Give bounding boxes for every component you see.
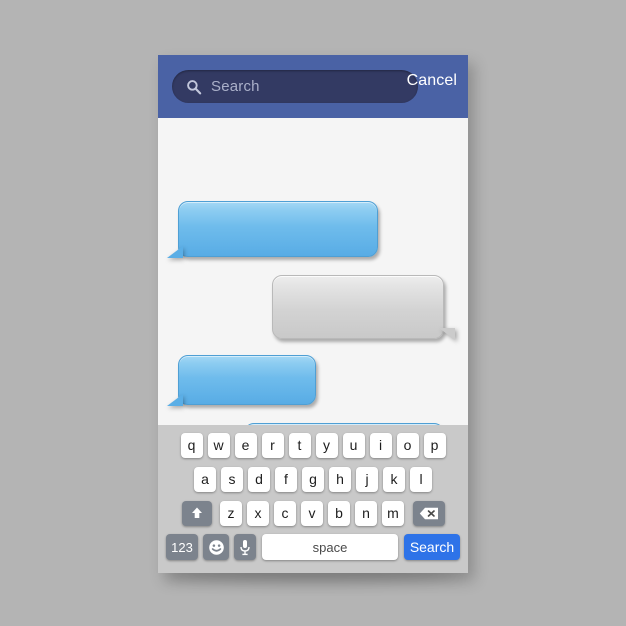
keyboard-row-1: qwertyuiop [158,430,468,460]
key-u[interactable]: u [342,432,365,458]
chat-bubble-text [178,201,378,257]
key-z[interactable]: z [220,500,242,526]
key-q[interactable]: q [180,432,203,458]
search-icon [186,79,202,95]
cancel-button[interactable]: Cancel [407,72,457,90]
key-y[interactable]: y [315,432,338,458]
key-n[interactable]: n [355,500,377,526]
chat-bubble-tail [439,328,455,340]
key-j[interactable]: j [356,466,378,492]
key-k[interactable]: k [383,466,405,492]
canvas: Search Cancel qwertyuiop asdfghjkl zx c … [0,0,626,626]
shift-arrow-icon [190,506,204,520]
key-d[interactable]: d [248,466,270,492]
backspace-icon [419,507,439,520]
chat-bubble-text [272,275,444,339]
key-w[interactable]: w [207,432,230,458]
key-x[interactable]: x [247,500,269,526]
key-m[interactable]: m [382,500,404,526]
keyboard-row-2: asdfghjkl [158,464,468,494]
row3-letter-container: zxcvbnm [218,500,407,526]
chat-bubble-text [178,355,316,405]
shift-key[interactable] [181,500,212,526]
key-l[interactable]: l [410,466,432,492]
chat-message-list [158,118,468,458]
numbers-key[interactable]: 123 [166,534,198,560]
microphone-icon [239,539,251,556]
chat-bubble-tail [167,394,183,406]
keyboard-row-4: 123 space Search [158,532,468,562]
key-e[interactable]: e [234,432,257,458]
smiley-icon [208,539,225,556]
key-a[interactable]: a [194,466,216,492]
phone-panel: Search Cancel qwertyuiop asdfghjkl zx c … [158,55,468,573]
search-placeholder-text: Search [211,78,260,95]
key-h[interactable]: h [329,466,351,492]
key-t[interactable]: t [288,432,311,458]
chat-bubble-tail [167,246,183,258]
key-r[interactable]: r [261,432,284,458]
emoji-key[interactable] [203,534,229,560]
space-key[interactable]: space [262,534,398,560]
search-input[interactable]: Search [172,70,418,103]
key-i[interactable]: i [369,432,392,458]
search-enter-key[interactable]: Search [404,534,460,560]
key-b[interactable]: b [328,500,350,526]
key-g[interactable]: g [302,466,324,492]
backspace-key[interactable] [412,500,445,526]
key-v[interactable]: v [301,500,323,526]
key-c[interactable]: c [274,500,296,526]
keyboard-row-3: zxcvbnm [158,498,468,528]
key-p[interactable]: p [423,432,446,458]
key-s[interactable]: s [221,466,243,492]
chat-bubble[interactable] [167,355,316,406]
key-o[interactable]: o [396,432,419,458]
chat-bubble[interactable] [272,275,455,340]
key-f[interactable]: f [275,466,297,492]
search-header: Search Cancel [158,55,468,118]
microphone-key[interactable] [234,534,256,560]
chat-bubble[interactable] [167,201,378,258]
on-screen-keyboard: qwertyuiop asdfghjkl zxcvbnm 123 space S… [158,425,468,573]
